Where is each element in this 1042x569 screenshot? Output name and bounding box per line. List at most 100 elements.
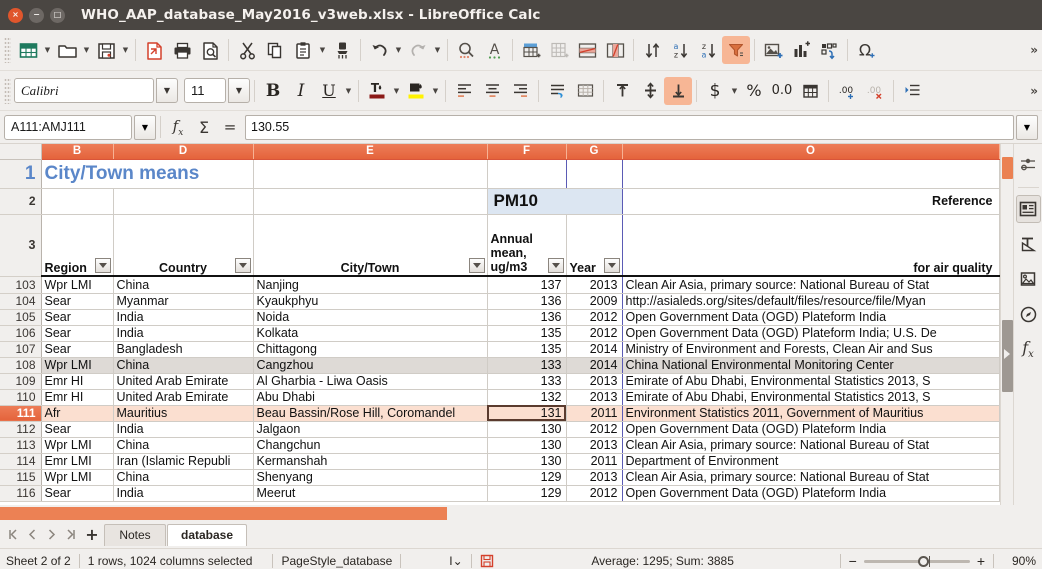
- horizontal-scrollbar[interactable]: [0, 505, 1042, 521]
- last-sheet-icon[interactable]: [61, 525, 80, 545]
- zoom-slider[interactable]: [863, 555, 970, 567]
- row-header-104[interactable]: 104: [0, 293, 42, 310]
- sidebar-functions-icon[interactable]: fx: [1016, 335, 1041, 363]
- cell-annual-mean[interactable]: 135: [487, 341, 567, 358]
- cell-city[interactable]: Changchun: [253, 437, 488, 454]
- column-header-B[interactable]: B: [41, 144, 114, 160]
- column-header-G[interactable]: G: [566, 144, 623, 160]
- row-header-2[interactable]: 2: [0, 188, 42, 215]
- cell-annual-mean[interactable]: 133: [487, 357, 567, 374]
- insert-column-icon[interactable]: [545, 36, 573, 64]
- table-row[interactable]: 114 Emr LMI Iran (Islamic Republi Kermansha…: [0, 453, 1000, 470]
- column-header-O[interactable]: O: [622, 144, 1000, 160]
- currency-dropdown[interactable]: ▼: [729, 77, 740, 105]
- formula-expand-icon[interactable]: ▼: [1016, 114, 1038, 140]
- unsaved-changes-icon[interactable]: [480, 554, 494, 568]
- cell-year[interactable]: 2011: [566, 453, 623, 470]
- formatbar-grip[interactable]: [4, 77, 11, 104]
- open-file-icon[interactable]: [53, 36, 81, 64]
- row-header-113[interactable]: 113: [0, 437, 42, 454]
- align-left-icon[interactable]: [450, 77, 478, 105]
- cell-reference[interactable]: Open Government Data (OGD) Plateform Ind…: [622, 325, 1000, 342]
- cell-country[interactable]: India: [113, 421, 254, 438]
- table-row[interactable]: 104 Sear Myanmar Kyaukphyu 136 2009 http://asi…: [0, 293, 1000, 310]
- sheet-tab-database[interactable]: database: [167, 523, 248, 546]
- cell-country[interactable]: India: [113, 325, 254, 342]
- new-document-icon[interactable]: [14, 36, 42, 64]
- row-header-116[interactable]: 116: [0, 485, 42, 502]
- cell-year[interactable]: 2012: [566, 485, 623, 502]
- cell-city[interactable]: Nanjing: [253, 277, 488, 294]
- cell-city[interactable]: Kolkata: [253, 325, 488, 342]
- cell-reference[interactable]: Department of Environment: [622, 453, 1000, 470]
- table-row[interactable]: 111 Afr Mauritius Beau Bassin/Rose Hill, Co…: [0, 405, 1000, 422]
- autofilter-button-region[interactable]: [94, 258, 111, 273]
- cell-reference[interactable]: Open Government Data (OGD) Plateform Ind…: [622, 421, 1000, 438]
- underline-button[interactable]: U: [315, 77, 343, 105]
- cell-G1[interactable]: [566, 159, 623, 189]
- new-document-dropdown[interactable]: ▼: [42, 36, 53, 64]
- maximize-window-button[interactable]: □: [50, 7, 65, 23]
- cell-annual-mean[interactable]: 129: [487, 485, 567, 502]
- standard-toolbar-overflow[interactable]: »: [1030, 43, 1038, 57]
- cell-country[interactable]: China: [113, 437, 254, 454]
- cell-reference[interactable]: Environment Statistics 2011, Government …: [622, 405, 1000, 422]
- copy-icon[interactable]: [261, 36, 289, 64]
- row-header-107[interactable]: 107: [0, 341, 42, 358]
- open-file-dropdown[interactable]: ▼: [81, 36, 92, 64]
- table-row[interactable]: 103 Wpr LMI China Nanjing 137 2013 Clean Air A…: [0, 277, 1000, 294]
- cell-city[interactable]: Chittagong: [253, 341, 488, 358]
- table-row[interactable]: 110 Emr HI United Arab Emirate Abu Dhabi 132…: [0, 389, 1000, 406]
- cell-reference[interactable]: http://asialeds.org/sites/default/files/…: [622, 293, 1000, 310]
- cell-region[interactable]: Emr HI: [41, 373, 114, 390]
- spreadsheet-grid[interactable]: B D E F G O 1 City/Town means 2 PM10 Ref…: [0, 144, 1000, 277]
- autofilter-icon[interactable]: [722, 36, 750, 64]
- zoom-in-button[interactable]: +: [977, 553, 985, 569]
- autofilter-button-year[interactable]: [603, 258, 620, 273]
- cell-year[interactable]: 2014: [566, 341, 623, 358]
- cell-region[interactable]: Wpr LMI: [41, 277, 114, 294]
- print-preview-icon[interactable]: [196, 36, 224, 64]
- find-replace-icon[interactable]: [452, 36, 480, 64]
- table-row[interactable]: 105 Sear India Noida 136 2012 Open Government …: [0, 309, 1000, 326]
- add-sheet-button[interactable]: +: [80, 525, 104, 545]
- delete-column-icon[interactable]: [601, 36, 629, 64]
- paste-dropdown[interactable]: ▼: [317, 36, 328, 64]
- cell-year[interactable]: 2012: [566, 325, 623, 342]
- align-center-icon[interactable]: [478, 77, 506, 105]
- cell-annual-mean[interactable]: 136: [487, 293, 567, 310]
- delete-decimal-icon[interactable]: .00: [861, 77, 889, 105]
- cell-D2[interactable]: [113, 188, 254, 215]
- cell-annual-mean[interactable]: 131: [487, 405, 567, 422]
- table-row[interactable]: 112 Sear India Jalgaon 130 2012 Open Governmen…: [0, 421, 1000, 438]
- italic-button[interactable]: I: [287, 77, 315, 105]
- row-header-115[interactable]: 115: [0, 469, 42, 486]
- cell-city[interactable]: Jalgaon: [253, 421, 488, 438]
- row-header-109[interactable]: 109: [0, 373, 42, 390]
- cell-country[interactable]: Myanmar: [113, 293, 254, 310]
- cell-annual-mean[interactable]: 130: [487, 421, 567, 438]
- row-header-106[interactable]: 106: [0, 325, 42, 342]
- table-row[interactable]: 115 Wpr LMI China Shenyang 129 2013 Clean Air …: [0, 469, 1000, 486]
- sidebar-settings-icon[interactable]: [1016, 150, 1041, 178]
- name-box-dropdown-icon[interactable]: ▼: [134, 114, 156, 140]
- font-name-dropdown-icon[interactable]: ▼: [156, 78, 178, 103]
- cell-reference[interactable]: Emirate of Abu Dhabi, Environmental Stat…: [622, 373, 1000, 390]
- font-name-combo[interactable]: ▼: [14, 78, 178, 103]
- insert-image-icon[interactable]: [759, 36, 787, 64]
- cell-annual-mean[interactable]: 136: [487, 309, 567, 326]
- pivot-table-icon[interactable]: [815, 36, 843, 64]
- wrap-text-icon[interactable]: [543, 77, 571, 105]
- cell-annual-mean[interactable]: 133: [487, 373, 567, 390]
- cell-year[interactable]: 2013: [566, 373, 623, 390]
- cell-region[interactable]: Sear: [41, 325, 114, 342]
- formula-input-line[interactable]: 130.55: [245, 114, 1014, 140]
- export-pdf-icon[interactable]: [140, 36, 168, 64]
- cell-country[interactable]: China: [113, 277, 254, 294]
- cell-region[interactable]: Sear: [41, 485, 114, 502]
- font-size-combo[interactable]: ▼: [184, 78, 250, 103]
- column-header-F[interactable]: F: [487, 144, 567, 160]
- cell-E2[interactable]: [253, 188, 488, 215]
- cell-reference[interactable]: Open Government Data (OGD) Plateform Ind…: [622, 485, 1000, 502]
- sort-descending-icon[interactable]: za: [694, 36, 722, 64]
